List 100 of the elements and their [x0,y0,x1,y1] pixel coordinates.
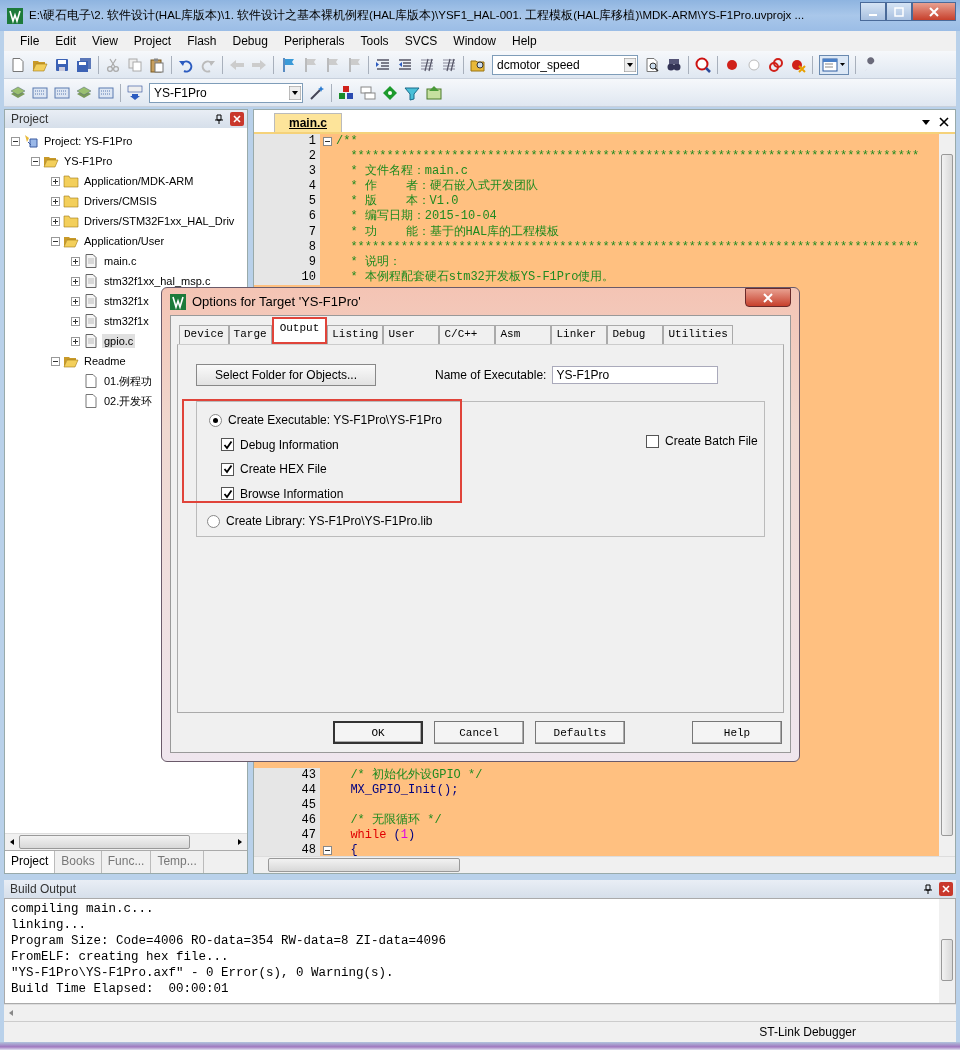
new-file-icon[interactable] [10,56,26,73]
dialog-tab[interactable]: Asm [495,325,552,344]
expand-icon[interactable] [51,196,60,206]
blocks-icon[interactable] [338,84,354,101]
panel-tab[interactable]: Temp... [151,851,204,873]
editor-tab[interactable]: main.c [274,113,342,132]
save-all-icon[interactable] [76,56,92,73]
dropdown-arrow-icon[interactable] [624,57,636,72]
breakpoints-icon[interactable] [768,56,784,73]
checkbox[interactable] [221,438,234,452]
pin-icon[interactable] [214,114,224,124]
panel-tab[interactable]: Project [5,851,56,873]
tree-item[interactable]: stm32f1xx_hal_msp.c [102,274,213,288]
comment-icon[interactable] [441,56,457,73]
expand-icon[interactable] [71,336,80,346]
executable-name-field[interactable]: YS-F1Pro [552,366,719,384]
menu-item[interactable]: Flash [179,34,225,48]
panel-tab[interactable]: Books [55,851,102,873]
collapse-icon[interactable] [11,136,20,146]
expand-icon[interactable] [71,296,80,306]
batch-build-icon[interactable] [76,84,92,101]
tree-item[interactable]: Drivers/STM32F1xx_HAL_Driv [82,214,237,228]
tree-item[interactable]: Readme [82,354,128,368]
horizontal-scrollbar[interactable] [5,833,247,850]
expand-icon[interactable] [71,256,80,266]
tree-item[interactable]: stm32f1x [102,314,151,328]
pin-icon[interactable] [923,884,933,894]
checkbox[interactable] [646,434,659,448]
close-button[interactable] [912,2,956,21]
panel-tab[interactable]: Func... [101,851,152,873]
dialog-tab[interactable]: Listing [327,325,384,344]
menu-item[interactable]: Help [504,34,545,48]
dialog-tab[interactable]: Targe [228,325,272,344]
target-combo[interactable]: YS-F1Pro [149,82,303,103]
collapse-icon[interactable] [51,236,60,246]
scroll-right-icon[interactable] [236,838,244,846]
tree-item[interactable]: Application/User [82,234,167,248]
debug-icon[interactable] [695,56,711,73]
dialog-tab[interactable]: Debug [607,325,664,344]
dialog-tab[interactable]: C/C++ [439,325,496,344]
tree-item[interactable]: main.c [102,254,139,268]
tree-item[interactable]: 02.开发环 [102,392,155,410]
close-icon[interactable] [939,117,949,127]
expand-icon[interactable] [51,216,60,226]
tree-item[interactable]: Project: YS-F1Pro [42,134,135,148]
menu-item[interactable]: Window [445,34,504,48]
expand-icon[interactable] [71,276,80,286]
menu-item[interactable]: Debug [224,34,276,48]
horizontal-scrollbar[interactable] [4,1004,956,1021]
expand-icon[interactable] [71,316,80,326]
maximize-button[interactable] [886,2,912,21]
menu-item[interactable]: Edit [47,34,85,48]
tree-item[interactable]: stm32f1x [102,294,151,308]
menu-item[interactable]: Tools [352,34,397,48]
fold-icon[interactable] [322,137,332,147]
window-layout-button[interactable] [819,54,849,75]
dialog-button[interactable]: Defaults [535,721,625,744]
indent-icon[interactable] [375,56,391,73]
checkbox[interactable] [221,487,234,501]
tree-item[interactable]: gpio.c [102,334,136,348]
find-combo[interactable]: dcmotor_speed [492,54,638,75]
tree-item[interactable]: 01.例程功 [102,372,155,390]
minimize-button[interactable] [860,2,886,21]
diamond-icon[interactable] [382,84,398,101]
collapse-icon[interactable] [31,156,40,166]
translate-icon[interactable] [10,84,26,101]
menu-item[interactable]: File [12,34,48,48]
target-options-icon[interactable] [309,84,325,101]
dialog-button[interactable]: Help [692,721,782,744]
horizontal-scrollbar[interactable] [254,856,955,873]
expand-icon[interactable] [51,176,60,186]
dropdown-icon[interactable] [921,117,931,127]
bookmark-icon[interactable] [280,56,296,73]
select-folder-button[interactable]: Select Folder for Objects... [196,364,376,386]
dialog-tab[interactable]: Linker [551,325,608,344]
find-icon[interactable] [644,56,660,73]
tree-item[interactable]: Drivers/CMSIS [82,194,159,208]
funnel-icon[interactable] [404,84,420,101]
scroll-left-icon[interactable] [8,838,16,846]
outdent-icon[interactable] [397,56,413,73]
close-button[interactable] [745,288,791,307]
dialog-tab[interactable]: Device [179,325,229,344]
paste-icon[interactable] [149,56,165,73]
collapse-icon[interactable] [51,356,60,366]
dialog-tab[interactable]: Utilities [663,325,733,344]
binoculars-icon[interactable] [666,56,682,73]
comment-icon[interactable] [419,56,435,73]
tree-item[interactable]: YS-F1Pro [62,154,115,168]
menu-item[interactable]: View [84,34,126,48]
radio-button[interactable] [209,413,222,427]
dialog-tab[interactable]: Output [271,317,328,344]
package-icon[interactable] [426,84,442,101]
download-icon[interactable] [127,84,143,101]
menu-item[interactable]: Project [125,34,180,48]
dialog-button[interactable]: Cancel [434,721,524,744]
dialog-button[interactable]: OK [333,721,423,744]
radio-button[interactable] [207,514,220,528]
checkbox[interactable] [221,462,234,476]
save-icon[interactable] [54,56,70,73]
menu-item[interactable]: Peripherals [275,34,353,48]
